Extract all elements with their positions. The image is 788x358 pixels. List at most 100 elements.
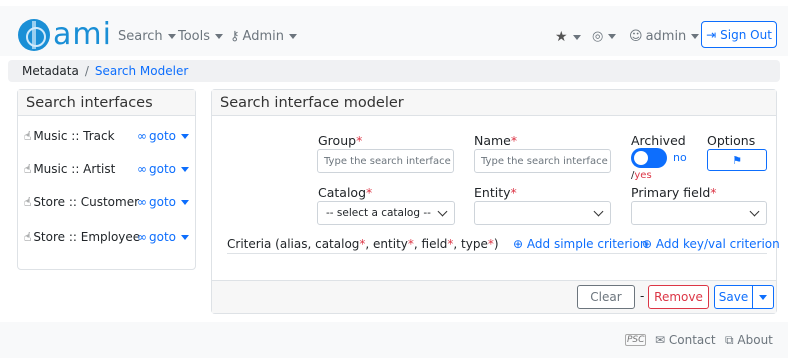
criteria-text: , type <box>453 237 488 251</box>
save-button[interactable]: Save <box>714 285 753 309</box>
search-interface-label: Music :: Track <box>33 129 115 143</box>
search-interface-item[interactable]: ☝ Store :: Customer <box>24 195 139 209</box>
plus-circle-icon: ⊕ <box>513 237 524 251</box>
menu-tools[interactable]: Tools <box>178 29 224 44</box>
group-label: Group* <box>318 133 362 148</box>
required-marker: * <box>510 185 517 200</box>
catalog-label: Catalog* <box>318 185 372 200</box>
sign-out-button[interactable]: ⇥ Sign Out <box>701 21 777 48</box>
criteria-text: Criteria (alias, catalog <box>227 237 360 251</box>
archived-alt-text: yes <box>634 170 652 181</box>
name-label-text: Name <box>474 133 511 148</box>
catalog-select-value: -- select a catalog -- <box>326 207 431 219</box>
goto-button[interactable]: ∞ goto <box>137 162 190 176</box>
chevron-down-icon <box>181 199 190 205</box>
contact-label: Contact <box>668 333 716 347</box>
options-button[interactable]: ⚑ <box>707 149 767 171</box>
chevron-down-icon <box>181 234 190 240</box>
chevron-down-icon <box>759 294 767 300</box>
criteria-text: ) <box>493 237 499 251</box>
menu-admin[interactable]: ⚷ Admin <box>230 29 297 44</box>
search-interface-item[interactable]: ☝ Music :: Track <box>24 129 115 143</box>
clear-button[interactable]: Clear <box>577 285 635 309</box>
link-icon: ∞ <box>137 230 147 244</box>
group-label-text: Group <box>318 133 357 148</box>
search-interfaces-title: Search interfaces <box>18 90 195 116</box>
breadcrumb-current[interactable]: Search Modeler <box>95 64 188 78</box>
hand-pointer-icon: ☝ <box>24 195 32 209</box>
catalog-select[interactable]: -- select a catalog -- <box>317 201 455 225</box>
goto-label: goto <box>149 162 177 176</box>
remove-button[interactable]: Remove <box>648 285 709 309</box>
archived-toggle-text: no <box>673 151 687 164</box>
modeler-title: Search interface modeler <box>212 90 776 116</box>
entity-label-text: Entity <box>474 185 511 200</box>
chevron-down-icon <box>608 34 617 39</box>
goto-button[interactable]: ∞ goto <box>137 129 190 143</box>
chevron-down-icon <box>749 206 760 216</box>
catalog-label-text: Catalog <box>318 185 367 200</box>
link-icon: ∞ <box>137 162 147 176</box>
hand-pointer-icon: ☝ <box>24 162 32 176</box>
primary-field-label-text: Primary field <box>631 185 711 200</box>
menu-search-label: Search <box>118 29 163 44</box>
key-icon: ⚷ <box>230 29 240 44</box>
link-icon: ∞ <box>137 129 147 143</box>
lifebuoy-icon: ◎ <box>592 29 604 44</box>
breadcrumb-separator: / <box>84 64 89 78</box>
star-icon: ★ <box>555 29 568 45</box>
criteria-text: , field <box>413 237 448 251</box>
goto-label: goto <box>149 195 177 209</box>
entity-label: Entity* <box>474 185 517 200</box>
criteria-label: Criteria (alias, catalog*, entity*, fiel… <box>227 237 499 251</box>
flag-icon: ⚑ <box>732 153 742 167</box>
add-simple-criterion-link[interactable]: ⊕ Add simple criterion <box>513 237 648 251</box>
add-keyval-criterion-label: Add key/val criterion <box>655 237 780 251</box>
primary-field-label: Primary field* <box>631 185 717 200</box>
top-navbar: ami Search Tools ⚷ Admin ★ ◎ ☺ admin ⇥ S… <box>0 6 788 56</box>
archived-toggle[interactable] <box>631 148 667 168</box>
chevron-down-icon <box>437 206 448 216</box>
external-link-icon: ⧉ <box>725 333 734 347</box>
name-input[interactable]: Type the search interface r <box>474 149 611 173</box>
plus-circle-icon: ⊕ <box>642 237 653 251</box>
chevron-down-icon <box>593 206 604 216</box>
required-marker: * <box>356 133 363 148</box>
user-menu[interactable]: ☺ admin <box>629 29 700 44</box>
search-interface-label: Store :: Customer <box>33 195 140 209</box>
about-label: About <box>737 333 773 347</box>
entity-select[interactable] <box>474 201 611 225</box>
search-interface-item[interactable]: ☝ Store :: Employee <box>24 230 140 244</box>
chevron-down-icon <box>181 133 190 139</box>
save-options-button[interactable] <box>753 285 774 309</box>
contact-link[interactable]: ✉ Contact <box>655 333 716 347</box>
about-link[interactable]: ⧉ About <box>725 333 773 348</box>
help-menu[interactable]: ◎ <box>592 29 617 44</box>
sign-out-label: Sign Out <box>720 27 772 42</box>
user-label: admin <box>645 29 687 44</box>
logo-text: ami <box>53 17 112 52</box>
goto-button[interactable]: ∞ goto <box>137 195 190 209</box>
search-interface-item[interactable]: ☝ Music :: Artist <box>24 162 115 176</box>
archived-alt: /yes <box>631 170 652 181</box>
search-interface-label: Music :: Artist <box>33 162 116 176</box>
criteria-divider <box>227 253 767 254</box>
required-marker: * <box>710 185 717 200</box>
ami-logo[interactable]: ami <box>18 19 112 51</box>
chevron-down-icon <box>691 34 700 39</box>
goto-button[interactable]: ∞ goto <box>137 230 190 244</box>
add-keyval-criterion-link[interactable]: ⊕ Add key/val criterion <box>642 237 780 251</box>
chevron-down-icon <box>167 34 176 39</box>
goto-label: goto <box>149 129 177 143</box>
menu-search[interactable]: Search <box>118 29 176 44</box>
name-label: Name* <box>474 133 517 148</box>
group-input[interactable]: Type the search interface g <box>317 149 454 173</box>
search-interface-label: Store :: Employee <box>33 230 141 244</box>
primary-field-select[interactable] <box>631 201 767 225</box>
favorites-menu[interactable]: ★ <box>555 29 581 45</box>
archived-label: Archived <box>631 133 686 148</box>
breadcrumb-root[interactable]: Metadata <box>22 64 79 78</box>
psc-logo: PSC <box>625 334 647 346</box>
sign-out-icon: ⇥ <box>706 27 717 42</box>
chevron-down-icon <box>181 166 190 172</box>
